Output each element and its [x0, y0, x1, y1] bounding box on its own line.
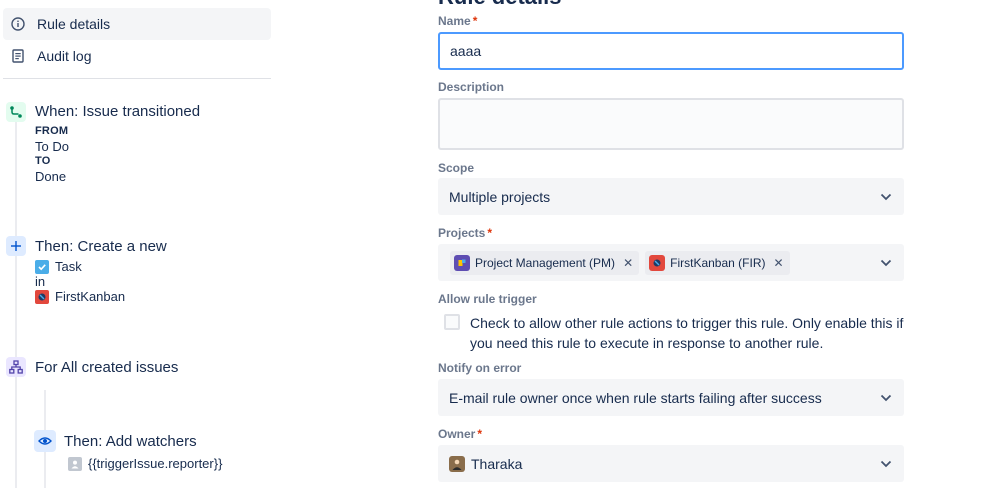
chevron-down-icon [879, 256, 893, 270]
projects-label-text: Projects [438, 226, 486, 240]
allow-trigger-label: Allow rule trigger [438, 292, 537, 306]
plus-icon [6, 236, 26, 256]
description-input[interactable] [438, 98, 904, 150]
scope-label: Scope [438, 161, 475, 175]
transition-icon [6, 102, 26, 122]
project-tag-fir: FirstKanban (FIR) ✕ [645, 250, 790, 275]
chevron-down-icon [879, 190, 893, 204]
project-tag-fir-label: FirstKanban (FIR) [670, 255, 766, 270]
name-input[interactable]: aaaa [438, 32, 904, 70]
chevron-down-icon [879, 457, 893, 471]
rule-sidebar: Rule details Audit log When: Issue trans… [0, 0, 272, 488]
rule-connector-line [15, 122, 17, 488]
projects-tags: Project Management (PM) ✕ FirstKanban (F… [450, 250, 879, 275]
notify-value: E-mail rule owner once when rule starts … [449, 389, 822, 406]
owner-label-text: Owner [438, 427, 476, 441]
trigger-to-value: Done [35, 169, 67, 184]
remove-fir-icon[interactable]: ✕ [773, 256, 783, 270]
owner-value: Tharaka [471, 455, 523, 472]
allow-trigger-text: Check to allow other rule actions to tri… [470, 315, 904, 351]
watchers-title[interactable]: Then: Add watchers [64, 433, 197, 450]
project-fir-avatar-icon [649, 254, 666, 271]
scope-select[interactable]: Multiple projects [438, 178, 904, 215]
project-tag-pm-label: Project Management (PM) [475, 255, 616, 270]
notify-select[interactable]: E-mail rule owner once when rule starts … [438, 379, 904, 416]
branch-icon [6, 357, 26, 377]
nav-audit-log[interactable]: Audit log [3, 40, 271, 72]
owner-label: Owner * [438, 427, 482, 441]
create-issue-type-label: Task [55, 259, 82, 274]
owner-value-wrap: Tharaka [449, 455, 879, 472]
remove-pm-icon[interactable]: ✕ [623, 256, 633, 270]
create-title[interactable]: Then: Create a new [35, 238, 167, 255]
chevron-down-icon [879, 391, 893, 405]
watchers-value-label: {{triggerIssue.reporter}} [88, 456, 223, 471]
project-avatar-icon [35, 289, 49, 304]
branch-title[interactable]: For All created issues [35, 359, 178, 376]
nav-rule-details-label: Rule details [37, 16, 111, 32]
create-issue-type: Task [35, 259, 82, 274]
nav-rule-details[interactable]: Rule details [3, 8, 271, 40]
required-mark: * [487, 226, 493, 240]
trigger-from-value: To Do [35, 139, 69, 154]
required-mark: * [477, 427, 483, 441]
info-icon [11, 17, 25, 31]
allow-trigger-row: Check to allow other rule actions to tri… [444, 313, 904, 353]
projects-label: Projects * [438, 226, 492, 240]
notify-label: Notify on error [438, 361, 522, 375]
owner-avatar [449, 455, 465, 472]
task-icon [35, 259, 49, 274]
required-mark: * [472, 14, 478, 28]
create-connector: in [35, 274, 46, 289]
page-title: Rule details [438, 0, 561, 10]
project-pm-avatar-icon [454, 254, 470, 271]
name-label-text: Name [438, 14, 471, 28]
name-label: Name * [438, 14, 477, 28]
watchers-value: {{triggerIssue.reporter}} [68, 456, 222, 471]
project-tag-pm: Project Management (PM) ✕ [450, 250, 640, 275]
trigger-from-label: FROM [35, 125, 69, 137]
user-avatar-icon [68, 456, 82, 471]
trigger-title[interactable]: When: Issue transitioned [35, 103, 200, 120]
create-project: FirstKanban [35, 289, 125, 304]
scope-value: Multiple projects [449, 188, 551, 205]
description-label: Description [438, 80, 505, 94]
nav-audit-log-label: Audit log [37, 48, 92, 64]
document-icon [11, 49, 25, 63]
projects-select[interactable]: Project Management (PM) ✕ FirstKanban (F… [438, 244, 904, 281]
nav-divider [3, 78, 271, 79]
allow-trigger-checkbox[interactable] [444, 314, 460, 330]
create-project-label: FirstKanban [55, 289, 126, 304]
trigger-to-label: TO [35, 155, 51, 167]
eye-icon [34, 430, 56, 452]
owner-select[interactable]: Tharaka [438, 445, 904, 482]
